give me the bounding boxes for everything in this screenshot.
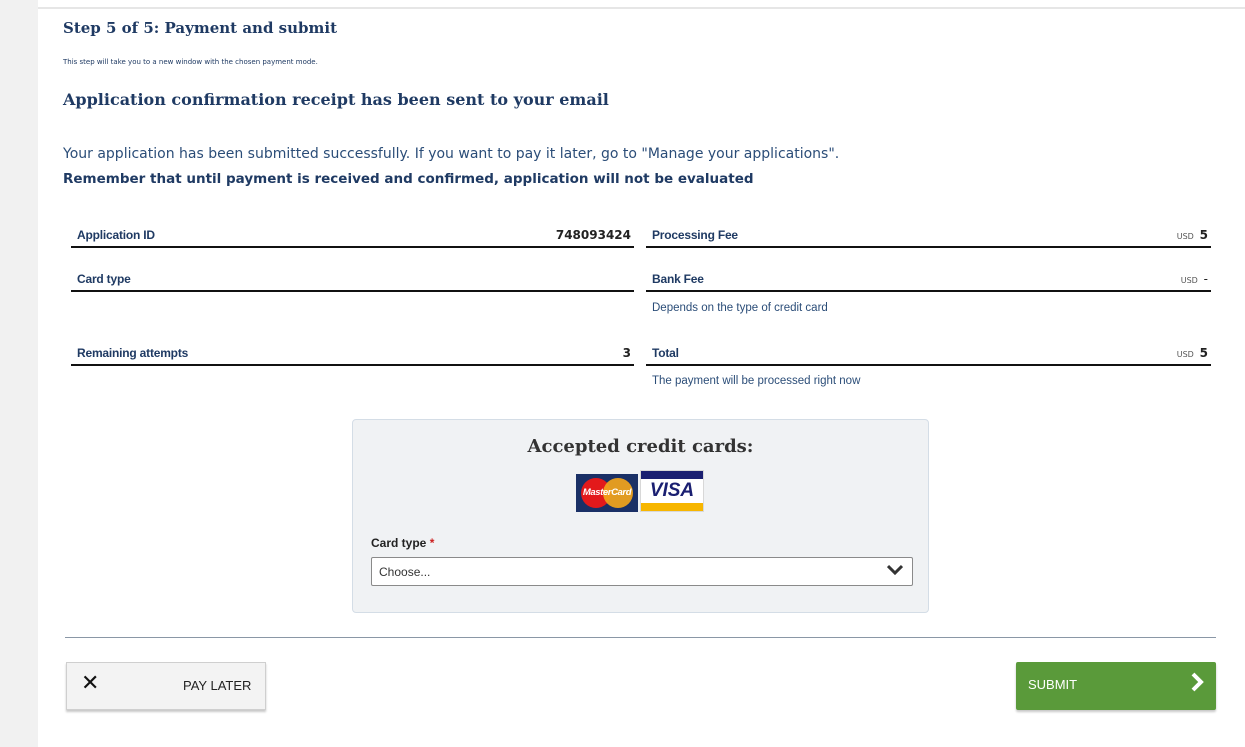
card-type-row: Card type xyxy=(71,268,634,292)
application-id-value: 748093424 xyxy=(555,228,631,242)
bank-fee-note: Depends on the type of credit card xyxy=(652,302,828,314)
bank-fee-currency: USD xyxy=(1180,276,1198,285)
success-message: Your application has been submitted succ… xyxy=(63,146,840,162)
total-amount: USD 5 xyxy=(1177,346,1208,360)
total-currency: USD xyxy=(1176,350,1194,359)
left-gutter xyxy=(0,0,38,747)
submit-label: SUBMIT xyxy=(1028,677,1078,692)
processing-fee-currency: USD xyxy=(1176,232,1194,241)
mastercard-logo: MasterCard xyxy=(576,474,638,512)
processing-fee-value: 5 xyxy=(1199,228,1208,242)
card-type-select[interactable]: Choose... xyxy=(371,557,913,586)
confirmation-title: Application confirmation receipt has bee… xyxy=(63,90,609,109)
remember-message: Remember that until payment is received … xyxy=(63,171,754,187)
step-title: Step 5 of 5: Payment and submit xyxy=(63,19,338,37)
total-value: 5 xyxy=(1199,346,1208,360)
pay-later-label: PAY LATER xyxy=(183,678,252,693)
card-type-field-text: Card type xyxy=(371,536,427,550)
remaining-attempts-value: 3 xyxy=(622,346,631,360)
visa-logo: VISA xyxy=(640,470,704,512)
step-subtitle: This step will take you to a new window … xyxy=(63,58,318,66)
remaining-attempts-label: Remaining attempts xyxy=(77,346,189,360)
chevron-down-icon xyxy=(886,563,904,579)
accepted-card-logos: MasterCard VISA xyxy=(576,470,704,512)
bank-fee-row: Bank Fee USD - xyxy=(646,268,1211,292)
close-icon: ✕ xyxy=(81,671,100,696)
accepted-cards-title: Accepted credit cards: xyxy=(527,436,754,457)
processing-fee-amount: USD 5 xyxy=(1177,228,1208,242)
submit-button[interactable]: SUBMIT xyxy=(1016,662,1216,710)
processing-fee-row: Processing Fee USD 5 xyxy=(646,224,1211,248)
card-type-selected-value: Choose... xyxy=(379,565,431,579)
application-id-label: Application ID xyxy=(77,228,155,242)
total-note: The payment will be processed right now xyxy=(652,375,861,387)
payment-step-content: Step 5 of 5: Payment and submit This ste… xyxy=(38,9,1245,747)
bank-fee-amount: USD - xyxy=(1181,272,1208,286)
total-label: Total xyxy=(652,346,679,360)
card-type-summary-label: Card type xyxy=(77,272,131,286)
pay-later-button[interactable]: ✕ PAY LATER xyxy=(66,662,266,710)
required-mark: * xyxy=(429,536,435,550)
credit-card-panel: Accepted credit cards: MasterCard VISA C… xyxy=(352,419,929,613)
application-id-row: Application ID 748093424 xyxy=(71,224,634,248)
remaining-attempts-row: Remaining attempts 3 xyxy=(71,342,634,366)
processing-fee-label: Processing Fee xyxy=(652,228,738,242)
bank-fee-label: Bank Fee xyxy=(652,272,704,286)
actions-divider xyxy=(65,637,1216,638)
card-type-field-label: Card type * xyxy=(371,536,434,550)
bank-fee-value: - xyxy=(1203,272,1208,286)
total-row: Total USD 5 xyxy=(646,342,1211,366)
chevron-right-icon xyxy=(1190,672,1204,697)
